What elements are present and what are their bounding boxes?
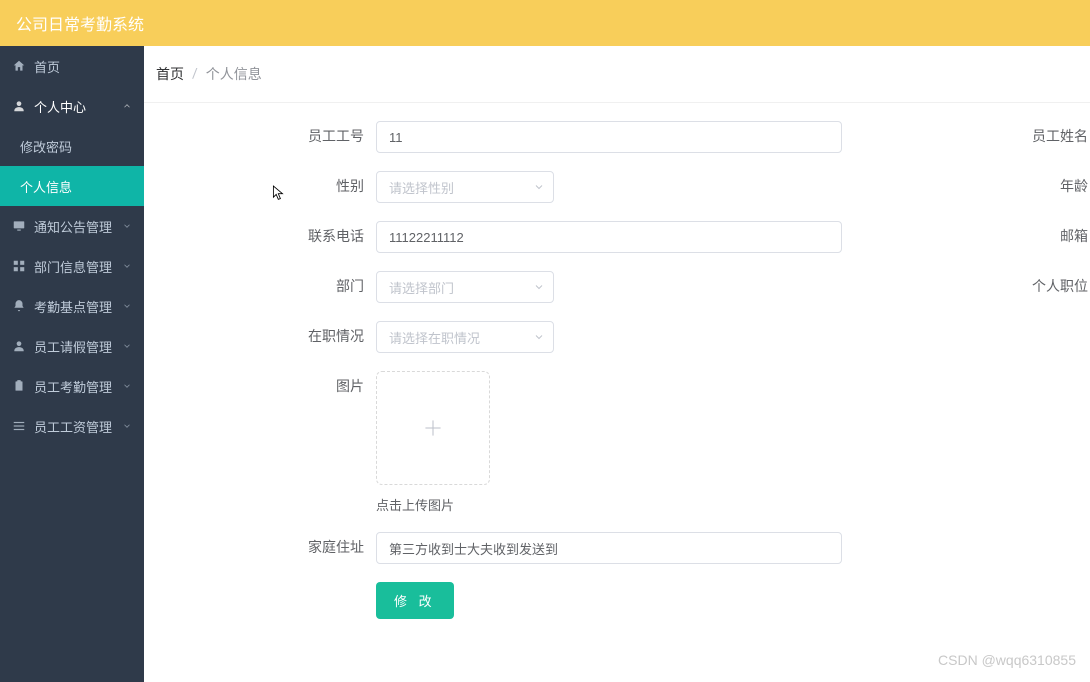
phone-input[interactable]	[376, 221, 842, 253]
label-employee-id: 员工工号	[144, 121, 376, 153]
sidebar-item-label: 员工请假管理	[34, 337, 112, 356]
home-icon	[12, 59, 26, 73]
sidebar-item-leave[interactable]: 员工请假管理	[0, 326, 144, 366]
breadcrumb: 首页 / 个人信息	[144, 46, 1090, 103]
label-status: 在职情况	[144, 321, 376, 353]
user-icon	[12, 339, 26, 353]
sidebar-item-label: 部门信息管理	[34, 257, 112, 276]
label-position: 个人职位	[854, 271, 1090, 303]
image-upload[interactable]	[376, 371, 490, 485]
list-icon	[12, 419, 26, 433]
sidebar-item-home[interactable]: 首页	[0, 46, 144, 86]
chevron-down-icon	[122, 261, 132, 271]
status-select[interactable]: 请选择在职情况	[376, 321, 554, 353]
sidebar-item-attendance[interactable]: 员工考勤管理	[0, 366, 144, 406]
sidebar-item-salary[interactable]: 员工工资管理	[0, 406, 144, 446]
chevron-down-icon	[122, 381, 132, 391]
app-header: 公司日常考勤系统	[0, 0, 1090, 46]
monitor-icon	[12, 219, 26, 233]
sidebar-item-label: 个人信息	[20, 177, 72, 196]
breadcrumb-current: 个人信息	[206, 64, 262, 84]
chevron-down-icon	[533, 331, 545, 343]
grid-icon	[12, 259, 26, 273]
label-email: 邮箱	[854, 221, 1090, 253]
upload-hint: 点击上传图片	[376, 495, 854, 514]
employee-id-input[interactable]	[376, 121, 842, 153]
sidebar: 首页 个人中心 修改密码 个人信息 通知公告管	[0, 46, 144, 682]
main-content: 首页 / 个人信息 员工工号 员工姓名	[144, 46, 1090, 682]
department-select[interactable]: 请选择部门	[376, 271, 554, 303]
label-department: 部门	[144, 271, 376, 303]
select-placeholder: 请选择在职情况	[389, 328, 480, 347]
chevron-down-icon	[533, 181, 545, 193]
sidebar-item-label: 修改密码	[20, 137, 72, 156]
sidebar-item-announcements[interactable]: 通知公告管理	[0, 206, 144, 246]
app-title: 公司日常考勤系统	[16, 11, 144, 35]
chevron-down-icon	[533, 281, 545, 293]
sidebar-item-attendance-base[interactable]: 考勤基点管理	[0, 286, 144, 326]
select-placeholder: 请选择性别	[389, 178, 454, 197]
sidebar-item-label: 个人中心	[34, 97, 86, 116]
bell-icon	[12, 299, 26, 313]
sidebar-subitem-change-password[interactable]: 修改密码	[0, 126, 144, 166]
user-icon	[12, 99, 26, 113]
chevron-down-icon	[122, 221, 132, 231]
gender-select[interactable]: 请选择性别	[376, 171, 554, 203]
label-age: 年龄	[854, 171, 1090, 203]
select-placeholder: 请选择部门	[389, 278, 454, 297]
chevron-up-icon	[122, 101, 132, 111]
plus-icon	[420, 415, 446, 441]
chevron-down-icon	[122, 341, 132, 351]
chevron-down-icon	[122, 301, 132, 311]
label-phone: 联系电话	[144, 221, 376, 253]
submit-button[interactable]: 修 改	[376, 582, 454, 619]
sidebar-item-departments[interactable]: 部门信息管理	[0, 246, 144, 286]
sidebar-item-label: 员工工资管理	[34, 417, 112, 436]
sidebar-item-label: 员工考勤管理	[34, 377, 112, 396]
chevron-down-icon	[122, 421, 132, 431]
form-panel: 员工工号 员工姓名 性别	[144, 103, 1090, 682]
sidebar-item-personal-center[interactable]: 个人中心	[0, 86, 144, 126]
sidebar-subitem-personal-info[interactable]: 个人信息	[0, 166, 144, 206]
sidebar-item-label: 首页	[34, 57, 60, 76]
breadcrumb-separator: /	[192, 66, 198, 82]
label-gender: 性别	[144, 171, 376, 203]
label-image: 图片	[144, 371, 376, 403]
address-input[interactable]	[376, 532, 842, 564]
clipboard-icon	[12, 379, 26, 393]
label-address: 家庭住址	[144, 532, 376, 564]
label-employee-name: 员工姓名	[854, 121, 1090, 153]
sidebar-item-label: 考勤基点管理	[34, 297, 112, 316]
sidebar-item-label: 通知公告管理	[34, 217, 112, 236]
watermark: CSDN @wqq6310855	[938, 652, 1076, 668]
breadcrumb-root[interactable]: 首页	[156, 64, 184, 84]
